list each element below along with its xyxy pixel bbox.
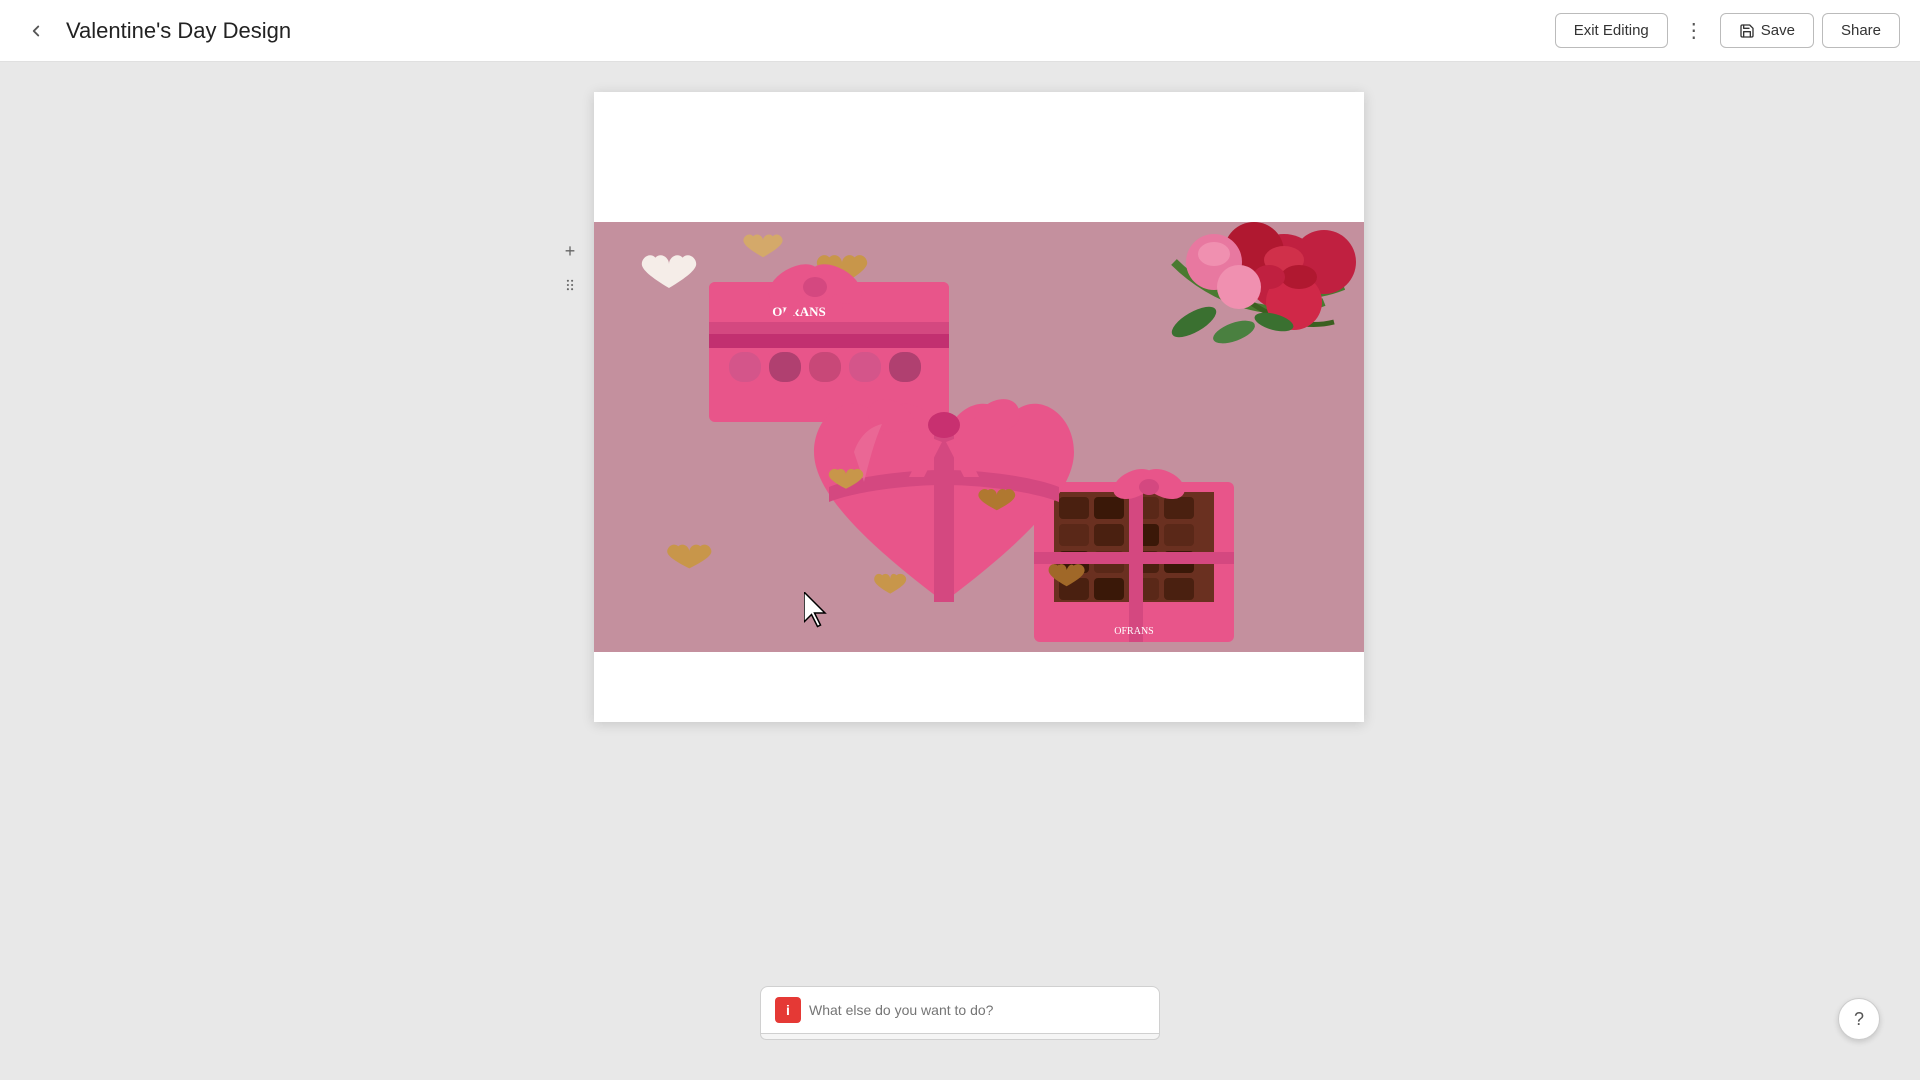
share-button[interactable]: Share [1822, 13, 1900, 48]
save-label: Save [1761, 22, 1795, 39]
image-block[interactable]: OFRANS [594, 222, 1364, 652]
header: Valentine's Day Design Exit Editing ⋮ Sa… [0, 0, 1920, 62]
canvas-bottom-space [594, 652, 1364, 722]
document-title: Valentine's Day Design [66, 18, 291, 44]
page-wrapper: + [556, 92, 1364, 722]
canvas-page: OFRANS [594, 92, 1364, 722]
help-button[interactable]: ? [1838, 998, 1880, 1040]
header-right: Exit Editing ⋮ Save Share [1555, 13, 1900, 49]
prompt-input[interactable] [809, 1002, 1145, 1018]
drag-block-button[interactable] [556, 271, 584, 299]
add-block-button[interactable]: + [556, 237, 584, 265]
back-button[interactable] [20, 15, 52, 47]
prompt-bar[interactable]: i [760, 986, 1160, 1034]
block-controls: + [556, 92, 584, 299]
prompt-icon: i [775, 997, 801, 1023]
prompt-bar-wrapper: i [760, 986, 1160, 1040]
save-button[interactable]: Save [1720, 13, 1814, 48]
canvas-top-space [594, 92, 1364, 222]
valentines-image: OFRANS [594, 222, 1364, 652]
header-left: Valentine's Day Design [20, 15, 291, 47]
more-options-button[interactable]: ⋮ [1676, 13, 1712, 49]
canvas-area: + [0, 62, 1920, 1080]
svg-text:OFRANS: OFRANS [1114, 626, 1153, 637]
prompt-bar-bottom [760, 1034, 1160, 1040]
exit-editing-button[interactable]: Exit Editing [1555, 13, 1668, 48]
